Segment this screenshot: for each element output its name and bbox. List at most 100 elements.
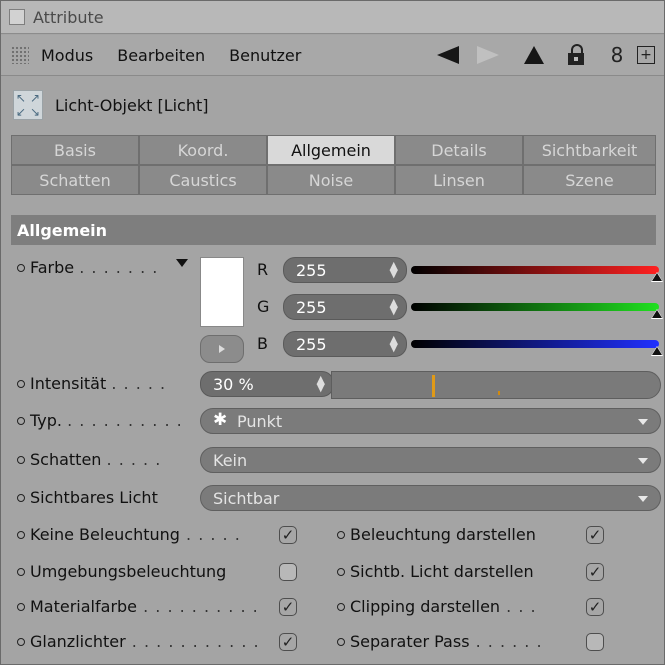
beleuchtung-darstellen-label: Beleuchtung darstellen (337, 525, 536, 544)
tab-koord[interactable]: Koord. (139, 135, 267, 165)
intensitaet-slider-tick (498, 391, 500, 395)
tab-caustics[interactable]: Caustics (139, 165, 267, 195)
tab-noise[interactable]: Noise (267, 165, 395, 195)
slider-thumb-icon[interactable] (651, 346, 663, 356)
glanzlichter-checkbox[interactable]: ✓ (279, 633, 297, 651)
link-button[interactable]: 8 (607, 35, 627, 75)
intensitaet-field[interactable]: 30 % ▲ ▼ (200, 371, 334, 397)
channel-b-slider[interactable] (411, 340, 659, 348)
clipping-darstellen-leader: . . . (500, 597, 537, 616)
menu-modus[interactable]: Modus (41, 46, 93, 65)
channel-r-slider[interactable] (411, 266, 659, 274)
tab-basis[interactable]: Basis (11, 135, 139, 165)
glanzlichter-leader: . . . . . . . . . . . (125, 632, 260, 651)
new-panel-button[interactable]: + (635, 35, 657, 75)
farbe-leader: . . . . . . . (79, 258, 159, 277)
spinner-icon[interactable]: ▲ ▼ (317, 374, 325, 393)
back-button[interactable] (431, 35, 465, 75)
animate-dot-icon[interactable] (17, 380, 25, 388)
channel-r-label: R (257, 260, 269, 279)
color-expand-button[interactable] (200, 335, 244, 363)
tab-schatten[interactable]: Schatten (11, 165, 139, 195)
clipping-darstellen-label: Clipping darstellen . . . (337, 597, 537, 616)
animate-dot-icon[interactable] (337, 568, 345, 576)
keine-beleuchtung-leader: . . . . . (179, 525, 241, 544)
sichtbares-licht-label: Sichtbares Licht (17, 488, 158, 507)
checkmark-icon: ✓ (281, 598, 295, 616)
chevron-down-icon[interactable] (176, 259, 188, 267)
schatten-dropdown[interactable]: Kein (200, 447, 661, 473)
arrow-left-icon (437, 46, 459, 64)
menu-benutzer[interactable]: Benutzer (229, 46, 301, 65)
animate-dot-icon[interactable] (17, 494, 25, 502)
clipping-darstellen-text: Clipping darstellen (350, 597, 501, 616)
point-light-icon (213, 410, 229, 430)
keine-beleuchtung-checkbox[interactable]: ✓ (279, 526, 297, 544)
light-object-icon: ↖ ↗ ↙ ↘ (13, 90, 43, 120)
animate-dot-icon[interactable] (17, 456, 25, 464)
umgebungsbeleuchtung-text: Umgebungsbeleuchtung (30, 562, 227, 581)
spinner-icon[interactable]: ▲ ▼ (390, 297, 398, 316)
tab-sichtbarkeit[interactable]: Sichtbarkeit (523, 135, 656, 165)
schatten-leader: . . . . . (106, 450, 162, 469)
typ-leader: . . . . . . . . . . (67, 411, 183, 430)
materialfarbe-checkbox[interactable]: ✓ (279, 598, 297, 616)
clipping-darstellen-checkbox[interactable]: ✓ (586, 598, 604, 616)
tab-szene[interactable]: Szene (523, 165, 656, 195)
sichtbares-licht-dropdown[interactable]: Sichtbar (200, 485, 661, 511)
separater-pass-checkbox[interactable] (586, 633, 604, 651)
materialfarbe-leader: . . . . . . . . . . (137, 597, 259, 616)
separater-pass-leader: . . . . . . (469, 632, 543, 651)
forward-button[interactable] (471, 35, 505, 75)
animate-dot-icon[interactable] (17, 531, 25, 539)
up-button[interactable] (521, 35, 547, 75)
slider-thumb-icon[interactable] (651, 309, 663, 319)
add-panel-icon: + (637, 46, 655, 64)
umgebungsbeleuchtung-checkbox[interactable] (279, 563, 297, 581)
animate-dot-icon[interactable] (337, 531, 345, 539)
intensitaet-slider[interactable] (331, 371, 661, 399)
lock-icon (568, 44, 584, 66)
channel-b-value: 255 (296, 334, 327, 354)
intensitaet-label: Intensität . . . . . (17, 374, 166, 393)
spinner-icon[interactable]: ▲ ▼ (390, 334, 398, 353)
animate-dot-icon[interactable] (17, 603, 25, 611)
channel-g-label: G (257, 297, 270, 316)
menu-bearbeiten[interactable]: Bearbeiten (117, 46, 205, 65)
animate-dot-icon[interactable] (17, 568, 25, 576)
animate-dot-icon[interactable] (17, 638, 25, 646)
sichtbares-licht-value: Sichtbar (213, 488, 280, 508)
lock-button[interactable] (563, 35, 589, 75)
umgebungsbeleuchtung-label: Umgebungsbeleuchtung (17, 562, 226, 581)
animate-dot-icon[interactable] (337, 638, 345, 646)
beleuchtung-darstellen-checkbox[interactable]: ✓ (586, 526, 604, 544)
materialfarbe-label: Materialfarbe . . . . . . . . . . (17, 597, 259, 616)
channel-r-field[interactable]: 255 ▲ ▼ (283, 257, 407, 283)
channel-g-field[interactable]: 255 ▲ ▼ (283, 294, 407, 320)
channel-g-slider[interactable] (411, 303, 659, 311)
channel-b-field[interactable]: 255 ▲ ▼ (283, 331, 407, 357)
checkbox-icon[interactable] (9, 9, 25, 25)
sichtb-licht-darstellen-checkbox[interactable]: ✓ (586, 563, 604, 581)
animate-dot-icon[interactable] (337, 603, 345, 611)
channel-r-value: 255 (296, 260, 327, 280)
spinner-icon[interactable]: ▲ ▼ (390, 260, 398, 279)
tab-allgemein[interactable]: Allgemein (267, 135, 395, 165)
beleuchtung-darstellen-text: Beleuchtung darstellen (350, 525, 536, 544)
chevron-down-icon (638, 496, 648, 502)
grip-icon[interactable] (11, 46, 29, 64)
animate-dot-icon[interactable] (17, 264, 25, 272)
checkmark-icon: ✓ (588, 563, 602, 581)
arrow-up-icon (524, 46, 544, 64)
intensitaet-label-text: Intensität (30, 374, 107, 393)
slider-thumb-icon[interactable] (651, 272, 663, 282)
typ-dropdown[interactable]: Punkt (200, 408, 661, 434)
intensitaet-slider-marker[interactable] (432, 375, 435, 397)
color-swatch[interactable] (200, 257, 244, 327)
object-name: Licht-Objekt [Licht] (55, 95, 209, 115)
animate-dot-icon[interactable] (17, 417, 25, 425)
channel-b-label: B (257, 334, 268, 353)
tab-details[interactable]: Details (395, 135, 523, 165)
glanzlichter-text: Glanzlichter (30, 632, 126, 651)
tab-linsen[interactable]: Linsen (395, 165, 523, 195)
